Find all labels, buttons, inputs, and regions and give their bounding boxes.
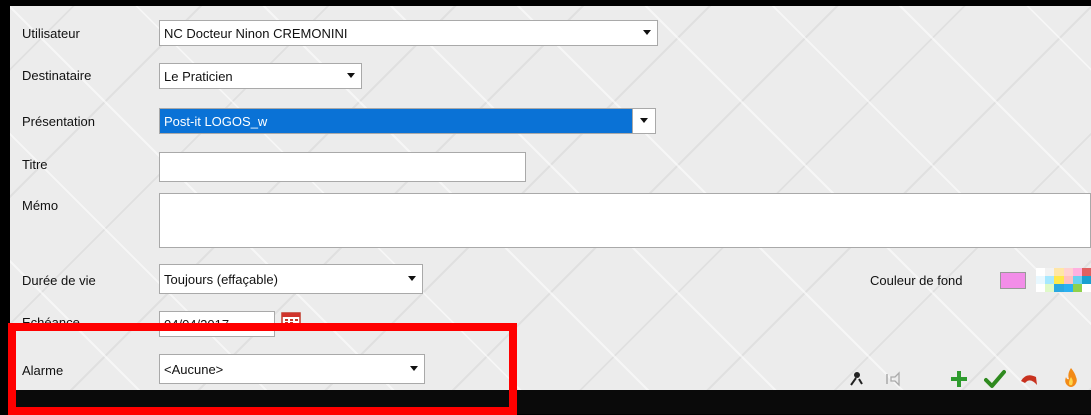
label-titre: Titre bbox=[22, 157, 48, 172]
label-destinataire: Destinataire bbox=[22, 68, 92, 83]
label-echeance: Echéance bbox=[22, 315, 80, 330]
pin-icon[interactable] bbox=[846, 369, 866, 389]
add-icon[interactable] bbox=[949, 369, 969, 389]
label-alarme: Alarme bbox=[22, 363, 64, 378]
chevron-down-icon bbox=[640, 118, 648, 123]
color-palette[interactable] bbox=[1036, 268, 1091, 292]
alarme-value: <Aucune> bbox=[164, 361, 224, 377]
chevron-down-icon bbox=[643, 30, 651, 35]
label-memo: Mémo bbox=[22, 198, 59, 213]
utilisateur-value: NC Docteur Ninon CREMONINI bbox=[164, 25, 348, 41]
chevron-down-icon bbox=[347, 73, 355, 78]
memo-textarea[interactable] bbox=[159, 193, 1091, 248]
titre-input[interactable] bbox=[159, 152, 526, 182]
validate-icon[interactable] bbox=[984, 369, 1006, 389]
couleur-de-fond-label: Couleur de fond bbox=[870, 273, 963, 288]
presentation-value: Post-it LOGOS_w bbox=[164, 113, 268, 129]
fire-icon[interactable] bbox=[1061, 367, 1081, 389]
echeance-value: 04/04/2017 bbox=[164, 316, 230, 332]
undo-icon[interactable] bbox=[1018, 369, 1040, 389]
dropdown-button[interactable] bbox=[632, 109, 655, 133]
label-duree-de-vie: Durée de vie bbox=[22, 273, 96, 288]
destinataire-value: Le Praticien bbox=[164, 68, 233, 84]
background-color-swatch[interactable] bbox=[1000, 272, 1026, 289]
label-presentation: Présentation bbox=[22, 114, 95, 129]
duree-de-vie-select[interactable]: Toujours (effaçable) bbox=[159, 264, 423, 294]
chevron-down-icon bbox=[410, 366, 418, 371]
chevron-down-icon bbox=[408, 276, 416, 281]
destinataire-select[interactable]: Le Praticien bbox=[159, 63, 362, 89]
speaker-icon[interactable] bbox=[884, 369, 904, 389]
utilisateur-select[interactable]: NC Docteur Ninon CREMONINI bbox=[159, 20, 658, 46]
alarme-select[interactable]: <Aucune> bbox=[159, 354, 425, 384]
window-bottom-edge bbox=[10, 390, 1091, 414]
calendar-icon[interactable] bbox=[281, 311, 301, 327]
label-utilisateur: Utilisateur bbox=[22, 26, 80, 41]
duree-value: Toujours (effaçable) bbox=[164, 271, 278, 287]
presentation-select[interactable]: Post-it LOGOS_w bbox=[159, 108, 656, 134]
echeance-date-input[interactable]: 04/04/2017 bbox=[159, 311, 275, 337]
